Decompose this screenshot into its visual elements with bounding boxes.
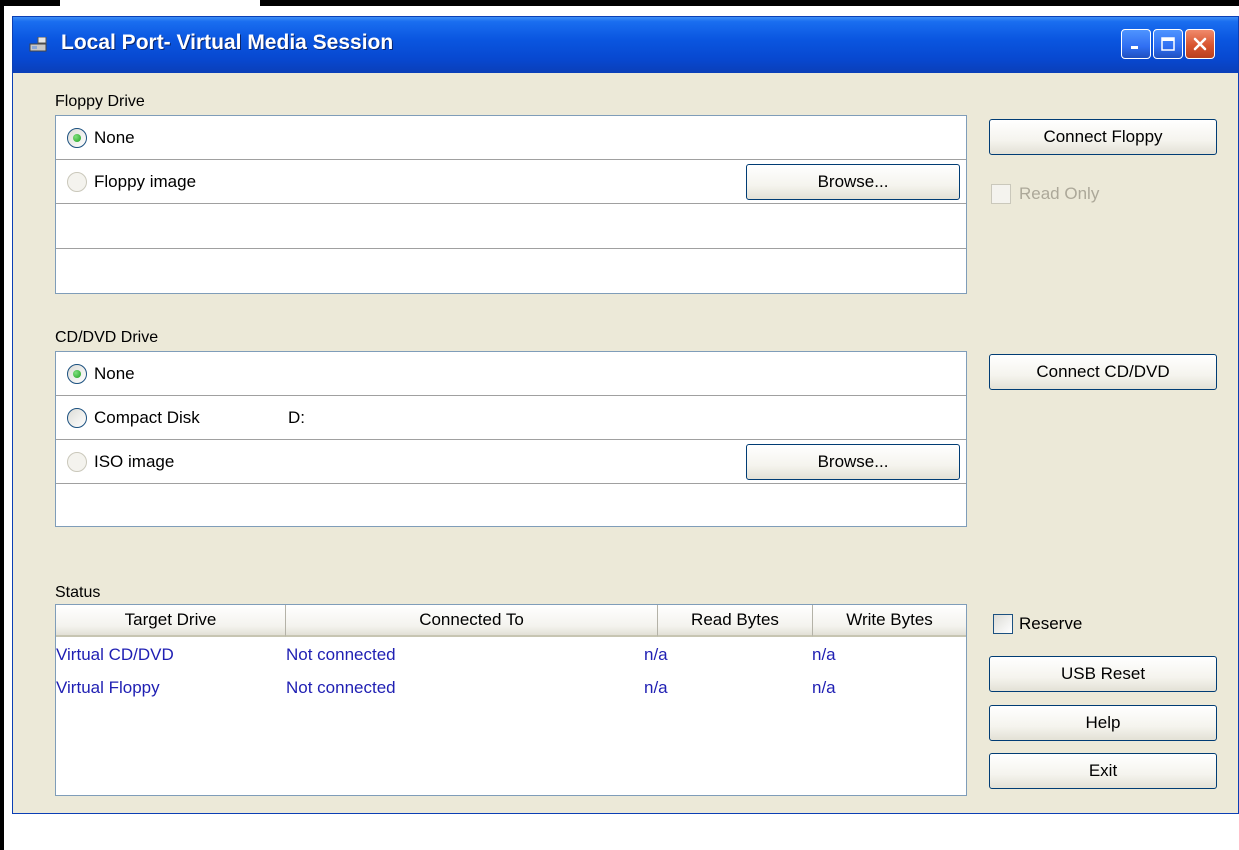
cell-write-bytes: n/a — [812, 645, 836, 664]
floppy-browse-button[interactable]: Browse... — [746, 164, 960, 200]
connect-cd-dvd-button[interactable]: Connect CD/DVD — [989, 354, 1217, 390]
iso-browse-button[interactable]: Browse... — [746, 444, 960, 480]
read-only-label: Read Only — [1019, 184, 1100, 203]
floppy-none-radio[interactable] — [67, 128, 87, 148]
iso-image-radio[interactable] — [67, 452, 87, 472]
connect-floppy-button[interactable]: Connect Floppy — [989, 119, 1217, 155]
iso-image-label: ISO image — [94, 452, 175, 471]
minimize-icon — [1131, 46, 1138, 49]
floppy-option-none[interactable]: None — [56, 116, 966, 160]
cd-option-iso-image[interactable]: ISO image Browse... — [56, 440, 966, 484]
floppy-drive-label: Floppy Drive — [55, 93, 145, 110]
cd-dvd-drive-label: CD/DVD Drive — [55, 329, 159, 346]
maximize-icon — [1161, 37, 1175, 51]
reserve-label: Reserve — [1019, 614, 1083, 633]
floppy-none-label: None — [94, 128, 135, 147]
cell-read-bytes: n/a — [644, 678, 668, 697]
floppy-option-image[interactable]: Floppy image Browse... — [56, 160, 966, 204]
cd-dvd-drive-panel: None Compact Disk D: ISO image Browse... — [55, 351, 967, 527]
compact-disk-radio[interactable] — [67, 408, 87, 428]
floppy-image-radio[interactable] — [67, 172, 87, 192]
radio-selected-dot — [73, 134, 81, 142]
floppy-blank-row — [56, 249, 966, 293]
column-header-read-bytes[interactable]: Read Bytes — [658, 605, 813, 637]
usb-reset-button[interactable]: USB Reset — [989, 656, 1217, 692]
maximize-button[interactable] — [1153, 29, 1183, 59]
reserve-checkbox[interactable] — [993, 614, 1013, 634]
cell-read-bytes: n/a — [644, 645, 668, 664]
column-header-target-drive[interactable]: Target Drive — [56, 605, 286, 637]
close-icon — [1193, 37, 1207, 51]
iso-path-row — [56, 484, 966, 526]
minimize-button[interactable] — [1121, 29, 1151, 59]
cell-connected-to: Not connected — [286, 645, 396, 664]
read-only-checkbox[interactable] — [991, 184, 1011, 204]
column-header-connected-to[interactable]: Connected To — [286, 605, 658, 637]
window-client-area: Floppy Drive None Floppy image Browse...… — [13, 73, 1238, 813]
floppy-path-row — [56, 204, 966, 249]
cell-write-bytes: n/a — [812, 678, 836, 697]
virtual-media-window: Local Port- Virtual Media Session Floppy… — [12, 16, 1239, 814]
floppy-drive-panel: None Floppy image Browse... — [55, 115, 967, 294]
cd-none-radio[interactable] — [67, 364, 87, 384]
radio-selected-dot — [73, 370, 81, 378]
title-bar[interactable]: Local Port- Virtual Media Session — [13, 17, 1238, 73]
page-border-left — [0, 0, 4, 850]
cd-option-compact-disk[interactable]: Compact Disk D: — [56, 396, 966, 440]
status-label: Status — [55, 584, 101, 601]
compact-disk-label: Compact Disk — [94, 408, 200, 427]
cell-target-drive: Virtual Floppy — [56, 678, 160, 697]
page-border-top-left — [0, 0, 60, 6]
floppy-image-label: Floppy image — [94, 172, 197, 191]
status-table: Target Drive Connected To Read Bytes Wri… — [55, 604, 967, 796]
column-header-write-bytes[interactable]: Write Bytes — [813, 605, 966, 637]
window-title: Local Port- Virtual Media Session — [61, 31, 394, 54]
app-icon — [29, 37, 47, 52]
page-border-top-right — [260, 0, 1239, 6]
cd-none-label: None — [94, 364, 135, 383]
cd-option-none[interactable]: None — [56, 352, 966, 396]
help-button[interactable]: Help — [989, 705, 1217, 741]
cell-target-drive: Virtual CD/DVD — [56, 645, 174, 664]
close-button[interactable] — [1185, 29, 1215, 59]
compact-disk-drive-letter: D: — [288, 408, 305, 427]
exit-button[interactable]: Exit — [989, 753, 1217, 789]
cell-connected-to: Not connected — [286, 678, 396, 697]
